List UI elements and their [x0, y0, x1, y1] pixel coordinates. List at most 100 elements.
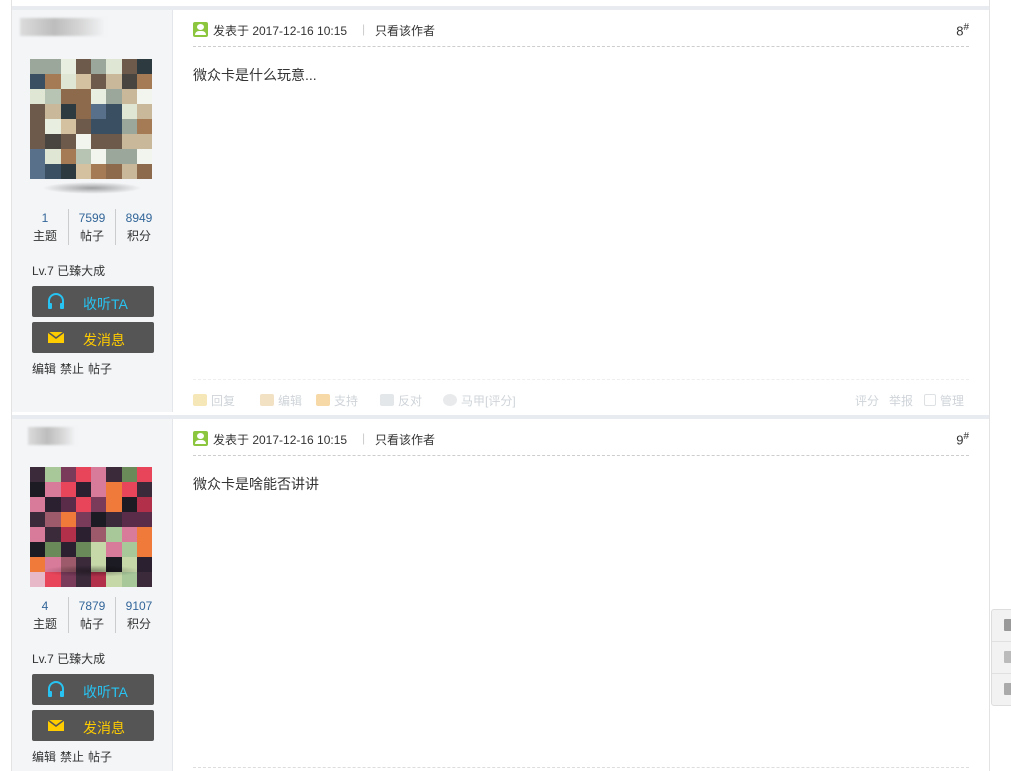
stat-points[interactable]: 9107 积分: [115, 597, 162, 633]
avatar-mosaic-block: [136, 74, 152, 89]
avatar-mosaic-block: [75, 527, 91, 542]
avatar-mosaic-block: [30, 467, 46, 482]
admin-ban-link[interactable]: 禁止: [60, 362, 84, 376]
reply-action[interactable]: 回复: [193, 392, 235, 409]
avatar-shadow: [42, 565, 142, 577]
avatar-mosaic-block: [136, 542, 152, 557]
avatar-mosaic-block: [60, 59, 76, 74]
post-actions: 回复 编辑 支持 反对 马甲[评分] 评分 举报 管理: [193, 390, 969, 410]
grid-icon: [1004, 683, 1011, 695]
pencil-icon: [260, 394, 274, 406]
admin-edit-link[interactable]: 编辑: [32, 362, 56, 376]
avatar-mosaic-block: [136, 59, 152, 74]
support-action[interactable]: 支持: [316, 392, 358, 409]
meta-divider-line: [193, 455, 969, 456]
admin-ban-link[interactable]: 禁止: [60, 750, 84, 764]
author-sidebar: 1 主题 7599 帖子 8949 积分 Lv.7 已臻大成 收听TA 发消息 编辑禁…: [12, 10, 173, 412]
avatar-mosaic-block: [121, 89, 137, 104]
only-author-link[interactable]: 只看该作者: [375, 431, 435, 448]
floor-number[interactable]: 8#: [956, 22, 969, 38]
stat-threads[interactable]: 4 主题: [22, 597, 68, 633]
avatar-mosaic-block: [91, 74, 107, 89]
admin-edit-link[interactable]: 编辑: [32, 750, 56, 764]
avatar-mosaic-block: [136, 572, 152, 587]
avatar-mosaic-block: [121, 149, 137, 164]
admin-posts-link[interactable]: 帖子: [88, 362, 112, 376]
avatar-mosaic-block: [30, 89, 46, 104]
floating-toolbar: [991, 609, 1011, 706]
avatar-mosaic-block: [30, 512, 46, 527]
author-stats: 1 主题 7599 帖子 8949 积分: [22, 209, 162, 245]
vest-rate-action[interactable]: 马甲[评分]: [443, 392, 516, 409]
avatar-mosaic-block: [136, 149, 152, 164]
avatar-mosaic-block: [75, 89, 91, 104]
float-button-top[interactable]: [992, 610, 1011, 642]
oppose-action[interactable]: 反对: [380, 392, 422, 409]
avatar-mosaic-block: [121, 512, 137, 527]
author-name-blurred[interactable]: [20, 18, 106, 36]
post-time: 发表于 2017-12-16 10:15: [213, 433, 348, 447]
stat-number: 7879: [78, 599, 106, 613]
author-sidebar: 4 主题 7879 帖子 9107 积分 Lv.7 已臻大成 收听TA 发消息 编辑禁…: [12, 419, 173, 771]
reply-icon: [193, 394, 207, 406]
avatar-mosaic-block: [106, 497, 122, 512]
avatar-mosaic-block: [60, 527, 76, 542]
avatar-mosaic-block: [75, 74, 91, 89]
avatar-mosaic-block: [60, 74, 76, 89]
avatar-mosaic-block: [30, 542, 46, 557]
avatar-mosaic-block: [106, 482, 122, 497]
send-message-label: 发消息: [83, 332, 125, 348]
avatar[interactable]: [30, 59, 152, 179]
avatar-mosaic-block: [121, 134, 137, 149]
avatar-mosaic-block: [136, 119, 152, 134]
edit-label: 编辑: [278, 394, 303, 408]
avatar-mosaic-block: [121, 59, 137, 74]
floor-mark: #: [963, 22, 969, 33]
post-meta: 发表于 2017-12-16 10:15 | 只看该作者 9#: [193, 429, 969, 449]
oppose-label: 反对: [398, 394, 423, 408]
stat-posts[interactable]: 7879 帖子: [68, 597, 115, 633]
stat-number: 7599: [78, 211, 106, 225]
reply-label: 回复: [211, 394, 236, 408]
stat-label: 主题: [32, 229, 57, 243]
stat-points[interactable]: 8949 积分: [115, 209, 162, 245]
avatar-mosaic-block: [106, 104, 122, 119]
back-icon: [1004, 651, 1011, 663]
stat-posts[interactable]: 7599 帖子: [68, 209, 115, 245]
follow-button[interactable]: 收听TA: [32, 286, 154, 317]
avatar-mosaic-block: [106, 164, 122, 179]
avatar-mosaic-block: [91, 134, 107, 149]
avatar-mosaic-block: [45, 467, 61, 482]
avatar-mosaic-block: [136, 512, 152, 527]
manage-checkbox[interactable]: [924, 394, 936, 406]
only-author-link[interactable]: 只看该作者: [375, 22, 435, 39]
admin-posts-link[interactable]: 帖子: [88, 750, 112, 764]
avatar-mosaic-block: [121, 119, 137, 134]
avatar-mosaic-block: [91, 149, 107, 164]
admin-links: 编辑 禁止 帖子: [32, 748, 116, 765]
post-time: 发表于 2017-12-16 10:15: [213, 24, 348, 38]
follow-button[interactable]: 收听TA: [32, 674, 154, 705]
stat-threads[interactable]: 1 主题: [22, 209, 68, 245]
manage-action[interactable]: 管理: [924, 392, 964, 409]
avatar-mosaic-block: [121, 104, 137, 119]
avatar-mosaic-block: [106, 89, 122, 104]
edit-action[interactable]: 编辑: [260, 392, 302, 409]
author-name-blurred[interactable]: [28, 427, 76, 445]
avatar-mosaic-block: [45, 542, 61, 557]
meta-divider: |: [362, 22, 366, 36]
avatar-mosaic-block: [60, 149, 76, 164]
float-button-middle[interactable]: [992, 642, 1011, 674]
send-message-button[interactable]: 发消息: [32, 322, 154, 353]
send-message-button[interactable]: 发消息: [32, 710, 154, 741]
stat-label: 帖子: [79, 229, 104, 243]
avatar-mosaic-block: [30, 134, 46, 149]
rate-action[interactable]: 评分: [855, 392, 879, 409]
avatar-mosaic-block: [91, 104, 107, 119]
report-action[interactable]: 举报: [889, 392, 913, 409]
floor-number[interactable]: 9#: [956, 431, 969, 447]
avatar-mosaic-block: [75, 482, 91, 497]
avatar-mosaic-block: [60, 512, 76, 527]
float-button-bottom[interactable]: [992, 674, 1011, 705]
avatar-mosaic-block: [106, 119, 122, 134]
